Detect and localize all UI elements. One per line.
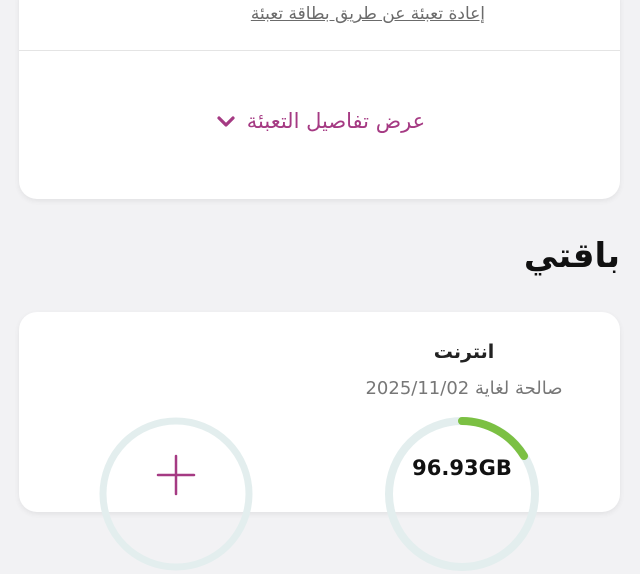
card-divider	[19, 50, 620, 51]
plus-icon	[156, 454, 196, 496]
recharge-card	[19, 0, 620, 199]
add-package-ring[interactable]	[96, 414, 256, 574]
package-validity: صالحة لغاية 2025/11/02	[365, 378, 563, 399]
package-name: انترنت	[433, 341, 495, 363]
my-package-title: باقتي	[523, 236, 620, 276]
recharge-by-card-link[interactable]: إعادة تعبئة عن طريق بطاقة تعبئة	[251, 4, 485, 24]
chevron-down-icon	[217, 116, 235, 127]
internet-usage-ring	[385, 417, 539, 571]
show-recharge-details-button[interactable]: عرض تفاصيل التعبئة	[0, 109, 640, 133]
remaining-data-amount: 96.93GB	[412, 456, 512, 480]
show-recharge-details-label: عرض تفاصيل التعبئة	[246, 109, 426, 133]
